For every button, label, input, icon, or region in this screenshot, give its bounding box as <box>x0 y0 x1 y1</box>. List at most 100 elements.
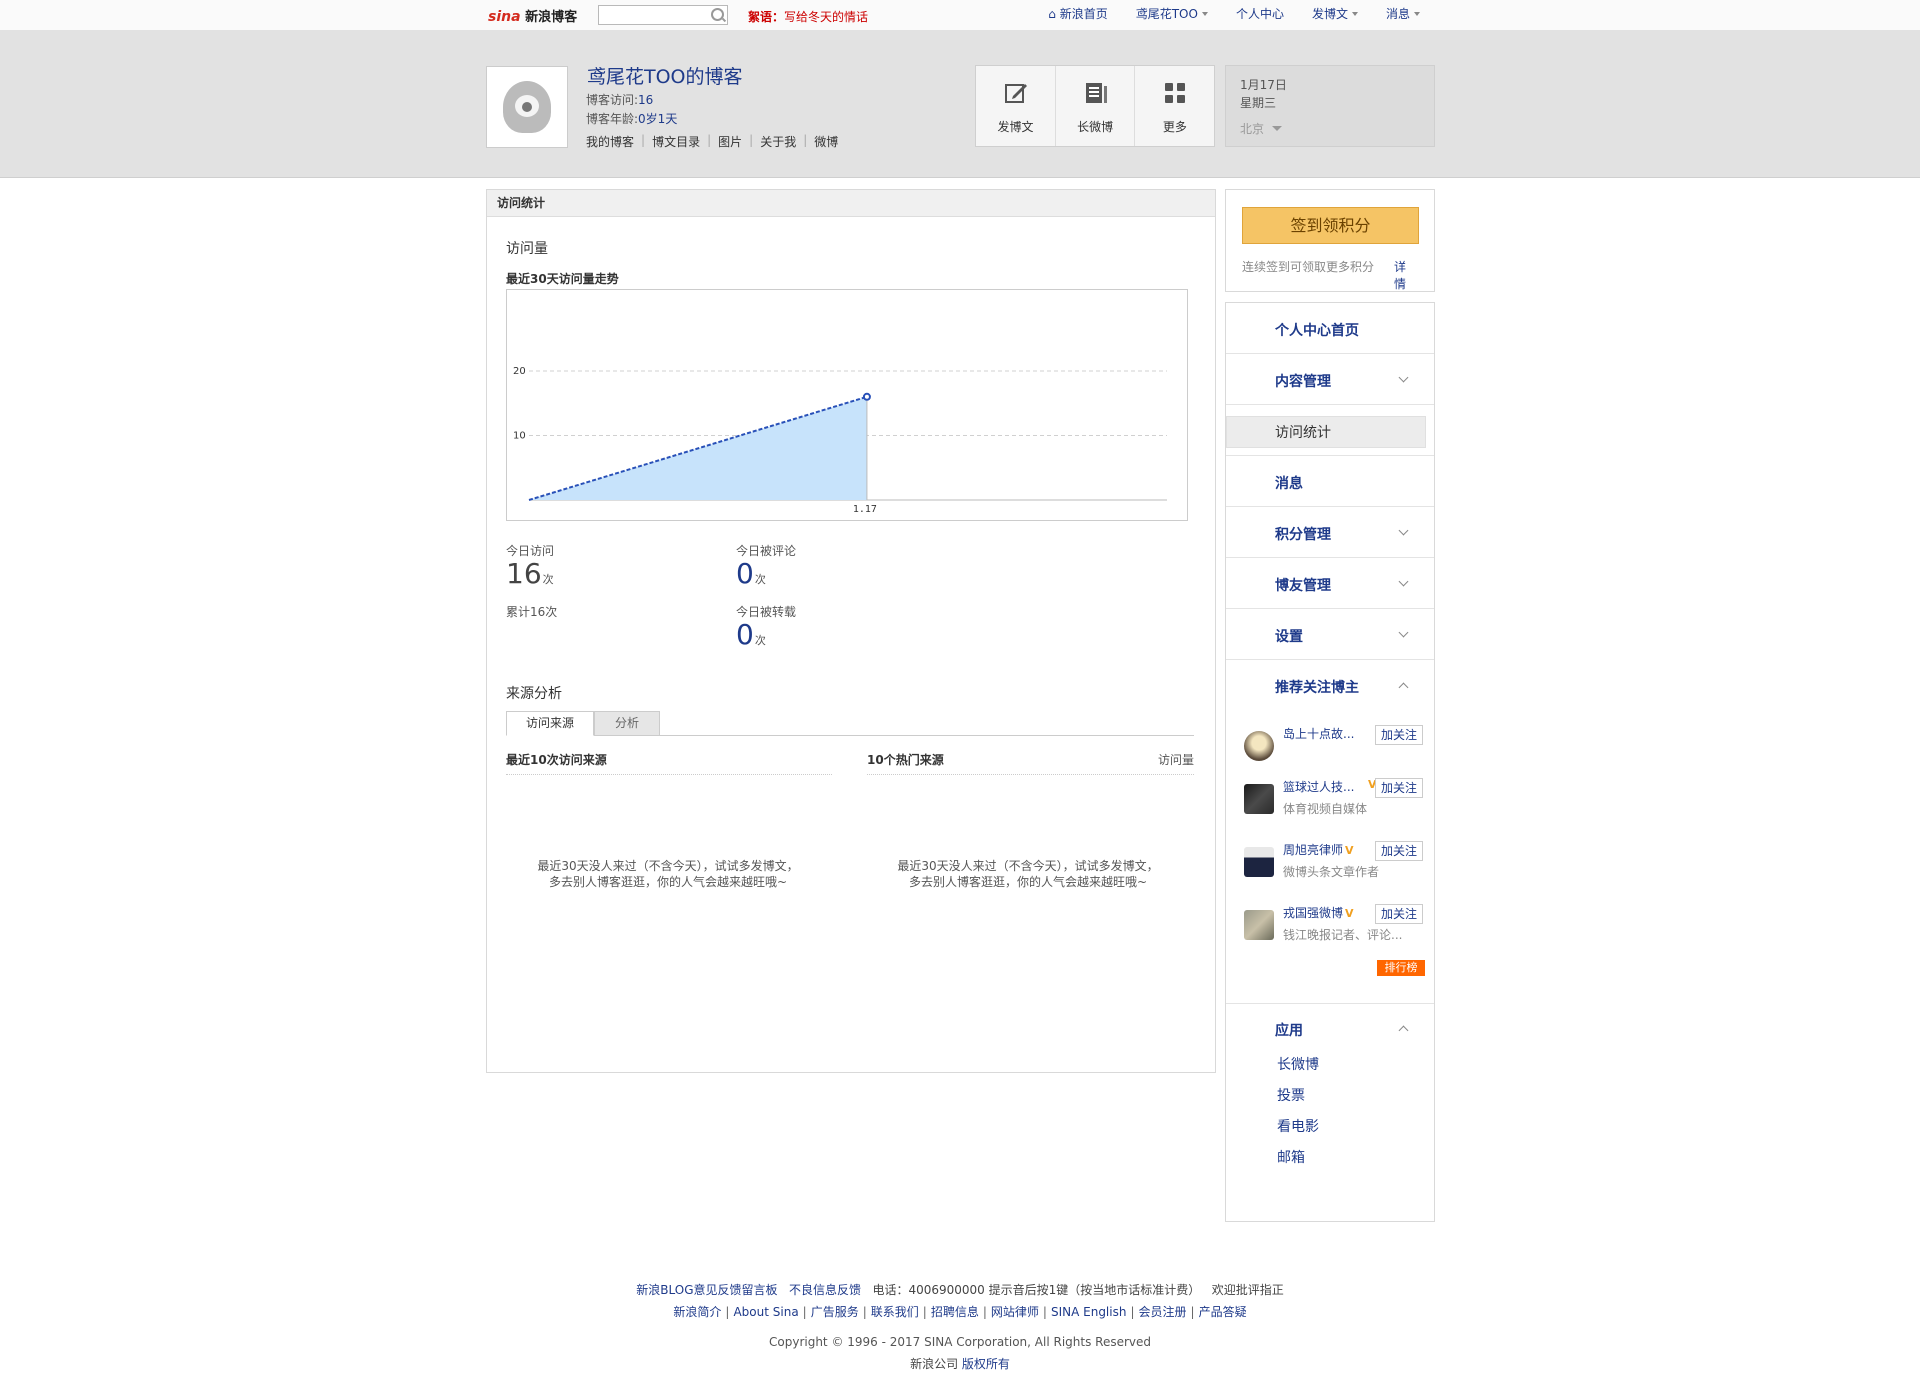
sina-logo-mark: sina <box>488 9 521 25</box>
sidebar-item-friends[interactable]: 博友管理 <box>1226 558 1434 609</box>
date-text: 1月17日 <box>1240 78 1287 92</box>
search-input[interactable] <box>599 6 705 22</box>
chevron-down-icon <box>1398 525 1409 536</box>
app-long-weibo[interactable]: 长微博 <box>1277 1054 1319 1074</box>
date-weather-box: 1月17日 星期三 北京 <box>1225 65 1435 147</box>
footer-rights-link[interactable]: 版权所有 <box>962 1357 1010 1371</box>
divider: | <box>922 1305 927 1319</box>
blog-age-value: 0岁1天 <box>638 112 678 126</box>
sidebar-item-recommend[interactable]: 推荐关注博主 <box>1226 660 1434 710</box>
unit-label: 次 <box>754 634 766 647</box>
sign-in-button[interactable]: 签到领积分 <box>1242 207 1419 244</box>
follow-button[interactable]: 加关注 <box>1375 841 1423 861</box>
follow-button[interactable]: 加关注 <box>1375 778 1423 798</box>
link-article-list[interactable]: 博文目录 <box>652 133 700 150</box>
sidebar-item-stats[interactable]: 访问统计 <box>1226 405 1434 456</box>
search-box[interactable] <box>598 5 728 25</box>
nav-messages[interactable]: 消息 <box>1372 0 1434 30</box>
footer-link-register[interactable]: 会员注册 <box>1139 1305 1187 1319</box>
post-article-button[interactable]: 发博文 <box>976 66 1056 146</box>
footer-link-lawyer[interactable]: 网站律师 <box>991 1305 1039 1319</box>
more-button[interactable]: 更多 <box>1135 66 1214 146</box>
blog-title[interactable]: 鸢尾花TOO的博客 <box>587 62 743 89</box>
link-weibo[interactable]: 微博 <box>814 133 838 150</box>
verified-icon: V <box>1345 844 1354 857</box>
follow-button[interactable]: 加关注 <box>1375 725 1423 745</box>
home-icon: ⌂ <box>1048 7 1056 21</box>
link-about-me[interactable]: 关于我 <box>760 133 796 150</box>
blog-header <box>0 31 1920 178</box>
avatar[interactable] <box>1244 784 1274 814</box>
footer-row2: 新浪简介 | About Sina | 广告服务 | 联系我们 | 招聘信息 | 网站律师 | SINA… <box>0 1303 1920 1320</box>
footer-link-ads[interactable]: 广告服务 <box>811 1305 859 1319</box>
app-movie[interactable]: 看电影 <box>1277 1116 1319 1136</box>
chevron-up-icon <box>1398 1025 1409 1036</box>
nav-sina-home[interactable]: ⌂ 新浪首页 <box>1034 0 1121 30</box>
footer-company-text: 新浪公司 <box>910 1357 959 1371</box>
footer-link-contact[interactable]: 联系我们 <box>871 1305 919 1319</box>
sidebar-item-settings[interactable]: 设置 <box>1226 609 1434 660</box>
avatar[interactable] <box>1244 910 1274 940</box>
rank-badge[interactable]: 排行榜 <box>1377 960 1425 976</box>
sidebar-item-home[interactable]: 个人中心首页 <box>1226 303 1434 354</box>
sidebar: 个人中心首页 内容管理 访问统计 消息 积分管理 博友管理 设置 推荐关注博主 … <box>1225 302 1435 1222</box>
notice-text[interactable]: 写给冬天的情话 <box>784 10 868 24</box>
footer-feedback-link[interactable]: 新浪BLOG意见反馈留言板 <box>636 1283 777 1297</box>
sidebar-item-messages[interactable]: 消息 <box>1226 456 1434 507</box>
divider: | <box>707 133 712 147</box>
recent-sources-empty: 最近30天没人来过（不含今天），试试多发博文， 多去别人博客逛逛，你的人气会越来… <box>533 858 803 890</box>
blog-visits-label: 博客访问: <box>586 93 639 107</box>
chevron-up-icon <box>1398 682 1409 693</box>
chevron-down-icon <box>1398 372 1409 383</box>
recommend-name[interactable]: 篮球过人技... <box>1283 778 1365 795</box>
trend-title: 最近30天访问量走势 <box>506 272 619 286</box>
footer-link-about-sina[interactable]: About Sina <box>733 1305 798 1319</box>
nav-user-label: 鸢尾花TOO <box>1135 7 1198 21</box>
footer-report-link[interactable]: 不良信息反馈 <box>789 1283 861 1297</box>
nav-personal-center[interactable]: 个人中心 <box>1222 0 1298 30</box>
recommend-name[interactable]: 戎国强微博 V <box>1283 904 1373 921</box>
recommend-name-text[interactable]: 戎国强微博 <box>1283 906 1343 920</box>
app-mail[interactable]: 邮箱 <box>1277 1147 1305 1167</box>
recommend-name-text[interactable]: 周旭亮律师 <box>1283 843 1343 857</box>
recommend-desc: 微博头条文章作者 <box>1283 865 1380 879</box>
long-weibo-button[interactable]: 长微博 <box>1056 66 1136 146</box>
recommend-name[interactable]: 周旭亮律师 V <box>1283 841 1373 858</box>
nav-messages-label: 消息 <box>1385 7 1410 21</box>
sidebar-item-points[interactable]: 积分管理 <box>1226 507 1434 558</box>
visit-stats-panel: 访问统计 访问量 最近30天访问量走势 10 20 1.17 今日访问 16次 累计… <box>486 189 1216 1073</box>
sidebar-item-label: 消息 <box>1275 476 1303 492</box>
location-text: 北京 <box>1240 122 1265 136</box>
sidebar-item-content[interactable]: 内容管理 <box>1226 354 1434 405</box>
sina-blog-logo[interactable]: sina 新浪博客 <box>488 6 577 25</box>
recent-sources-header: 最近10次访问来源 <box>506 751 832 775</box>
footer-link-faq[interactable]: 产品答疑 <box>1199 1305 1247 1319</box>
search-icon[interactable] <box>711 8 724 21</box>
avatar[interactable] <box>1244 731 1274 761</box>
blog-links: 我的博客 | 博文目录 | 图片 | 关于我 | 微博 <box>586 133 845 150</box>
footer-link-about[interactable]: 新浪简介 <box>673 1305 721 1319</box>
nav-user[interactable]: 鸢尾花TOO <box>1122 0 1222 30</box>
link-pictures[interactable]: 图片 <box>718 133 742 150</box>
sign-detail-link[interactable]: 详情 <box>1394 258 1406 292</box>
footer-link-jobs[interactable]: 招聘信息 <box>931 1305 979 1319</box>
link-my-blog[interactable]: 我的博客 <box>586 133 634 150</box>
recommend-name[interactable]: 岛上十点故... <box>1283 725 1373 742</box>
footer-link-english[interactable]: SINA English <box>1051 1305 1127 1319</box>
trend-chart-svg: 10 20 1.17 <box>513 366 1167 515</box>
chevron-down-icon <box>1351 12 1358 16</box>
chevron-down-icon <box>1272 126 1283 131</box>
unit-label: 次 <box>754 573 766 586</box>
notice[interactable]: 絮语：写给冬天的情话 <box>748 8 868 25</box>
app-vote[interactable]: 投票 <box>1277 1085 1305 1105</box>
tab-analysis[interactable]: 分析 <box>594 711 660 736</box>
nav-post[interactable]: 发博文 <box>1298 0 1372 30</box>
location-select[interactable]: 北京 <box>1240 120 1283 137</box>
avatar[interactable] <box>1244 847 1274 877</box>
follow-button[interactable]: 加关注 <box>1375 904 1423 924</box>
chevron-down-icon <box>1398 627 1409 638</box>
tab-visit-source[interactable]: 访问来源 <box>506 711 594 736</box>
avatar[interactable] <box>486 66 568 148</box>
sidebar-item-apps[interactable]: 应用 <box>1226 1003 1434 1053</box>
recommend-desc: 体育视频自媒体 <box>1283 802 1368 816</box>
